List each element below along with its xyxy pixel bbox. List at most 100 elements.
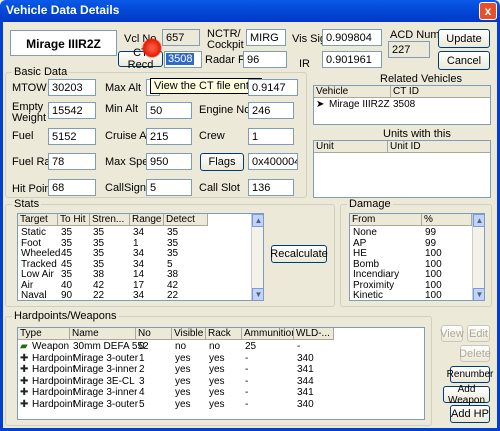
- stats-cell[interactable]: 34: [133, 248, 144, 259]
- damage-col-header[interactable]: From: [350, 214, 422, 226]
- ct-recd-field[interactable]: 3508: [164, 51, 202, 68]
- hardpoints-cell[interactable]: Mirage 3-inner: [73, 387, 137, 398]
- cruise-alt-field[interactable]: 215: [146, 128, 192, 145]
- damage-cell[interactable]: 99: [425, 227, 436, 238]
- stats-cell[interactable]: 35: [93, 227, 104, 238]
- related-vehicles-list[interactable]: Vehicle CT ID ➤ Mirage IIIR2Z 3508: [313, 85, 491, 125]
- stats-cell[interactable]: Wheeled: [21, 248, 60, 259]
- hardpoints-cell[interactable]: -: [297, 341, 300, 352]
- hardpoints-cell[interactable]: yes: [209, 387, 225, 398]
- units-col-unit[interactable]: Unit: [314, 141, 388, 153]
- stats-cell[interactable]: Static: [21, 227, 46, 238]
- close-icon[interactable]: x: [479, 2, 497, 20]
- hit-points-field[interactable]: 68: [48, 179, 96, 196]
- hardpoints-cell[interactable]: Hardpoint: [32, 364, 75, 375]
- stats-cell[interactable]: 35: [61, 227, 72, 238]
- damage-cell[interactable]: Kinetic: [353, 290, 383, 300]
- stats-cell[interactable]: Low Air: [21, 269, 54, 280]
- add-weapon-button[interactable]: Add Weapon: [443, 384, 490, 406]
- hardpoints-cell[interactable]: -: [245, 399, 248, 410]
- nctr-field[interactable]: MIRG: [246, 29, 286, 46]
- damage-cell[interactable]: Proximity: [353, 280, 394, 291]
- stats-cell[interactable]: 17: [133, 280, 144, 291]
- cancel-button[interactable]: Cancel: [438, 51, 490, 70]
- max-alt-right-field[interactable]: 0.9147: [248, 79, 298, 96]
- hardpoints-cell[interactable]: Mirage 3-outer: [73, 353, 138, 364]
- stats-cell[interactable]: 35: [93, 238, 104, 249]
- flags-field[interactable]: 0x40000451: [248, 153, 298, 170]
- hardpoints-col-header[interactable]: Type: [18, 328, 70, 340]
- hardpoints-col-header[interactable]: Visible: [172, 328, 206, 340]
- hardpoints-cell[interactable]: Hardpoint: [32, 376, 75, 387]
- hardpoints-cell[interactable]: Weapon: [32, 341, 69, 352]
- vis-sig-field[interactable]: 0.909804: [322, 29, 382, 46]
- units-list[interactable]: Unit Unit ID: [313, 140, 491, 198]
- empty-weight-field[interactable]: 15542: [48, 102, 96, 119]
- damage-cell[interactable]: AP: [353, 238, 366, 249]
- hardpoints-cell[interactable]: Hardpoint: [32, 387, 75, 398]
- hardpoints-cell[interactable]: Hardpoint: [32, 353, 75, 364]
- hardpoints-cell[interactable]: 0: [139, 341, 145, 352]
- damage-cell[interactable]: None: [353, 227, 377, 238]
- hardpoints-list[interactable]: Type Name No Visible Rack Ammunition WLD-... ▰…: [17, 327, 425, 420]
- stats-col-header[interactable]: Target: [18, 214, 58, 226]
- stats-cell[interactable]: 1: [133, 238, 139, 249]
- stats-cell[interactable]: 40: [61, 280, 72, 291]
- stats-cell[interactable]: 35: [61, 269, 72, 280]
- view-button[interactable]: View: [440, 325, 464, 342]
- damage-cell[interactable]: 100: [425, 280, 442, 291]
- scroll-up-icon[interactable]: ▲: [252, 214, 263, 227]
- hardpoints-cell[interactable]: 2: [139, 364, 145, 375]
- hardpoints-cell[interactable]: 3: [139, 376, 145, 387]
- stats-cell[interactable]: 42: [167, 280, 178, 291]
- damage-cell[interactable]: 100: [425, 248, 442, 259]
- related-vehicle-ctid[interactable]: 3508: [393, 99, 415, 110]
- hardpoints-col-header[interactable]: Rack: [206, 328, 242, 340]
- fuel-field[interactable]: 5152: [48, 128, 96, 145]
- hardpoints-cell[interactable]: yes: [175, 376, 191, 387]
- renumber-button[interactable]: Renumber: [447, 366, 493, 383]
- scroll-up-icon[interactable]: ▲: [473, 214, 484, 227]
- recalculate-button[interactable]: Recalculate: [270, 245, 328, 263]
- stats-cell[interactable]: 45: [61, 259, 72, 270]
- damage-col-header[interactable]: %: [422, 214, 472, 226]
- damage-cell[interactable]: 100: [425, 290, 442, 300]
- damage-cell[interactable]: HE: [353, 248, 367, 259]
- hardpoints-cell[interactable]: 4: [139, 387, 145, 398]
- hardpoints-col-header[interactable]: Ammunition: [242, 328, 294, 340]
- radar-ptr-field[interactable]: 96: [243, 51, 287, 68]
- hardpoints-cell[interactable]: -: [245, 387, 248, 398]
- stats-cell[interactable]: 35: [167, 248, 178, 259]
- hardpoints-cell[interactable]: yes: [175, 387, 191, 398]
- hardpoints-cell[interactable]: Mirage 3-inner: [73, 364, 137, 375]
- hardpoints-col-header[interactable]: Name: [70, 328, 136, 340]
- hardpoints-cell[interactable]: yes: [209, 376, 225, 387]
- hardpoints-cell[interactable]: 344: [297, 376, 314, 387]
- stats-cell[interactable]: 90: [61, 290, 72, 300]
- edit-button[interactable]: Edit: [467, 325, 490, 342]
- units-col-unitid[interactable]: Unit ID: [388, 141, 490, 153]
- min-alt-field[interactable]: 50: [146, 102, 192, 119]
- stats-cell[interactable]: 35: [93, 259, 104, 270]
- damage-cell[interactable]: Incendiary: [353, 269, 399, 280]
- fuel-rate-field[interactable]: 78: [48, 153, 96, 170]
- crew-field[interactable]: 1: [248, 128, 294, 145]
- callsign-field[interactable]: 5: [146, 179, 192, 196]
- stats-cell[interactable]: 34: [133, 290, 144, 300]
- hardpoints-cell[interactable]: no: [209, 341, 220, 352]
- stats-cell[interactable]: 42: [93, 280, 104, 291]
- stats-cell[interactable]: 35: [93, 248, 104, 259]
- hardpoints-cell[interactable]: yes: [209, 399, 225, 410]
- hardpoints-cell[interactable]: yes: [175, 399, 191, 410]
- hardpoints-cell[interactable]: Mirage 3-outer: [73, 399, 138, 410]
- hardpoints-cell[interactable]: 1: [139, 353, 145, 364]
- damage-cell[interactable]: 99: [425, 238, 436, 249]
- damage-cell[interactable]: 100: [425, 269, 442, 280]
- hardpoints-cell[interactable]: yes: [175, 353, 191, 364]
- hardpoints-cell[interactable]: 340: [297, 353, 314, 364]
- update-button[interactable]: Update: [438, 29, 490, 48]
- hardpoints-cell[interactable]: -: [245, 364, 248, 375]
- vehicle-name-box[interactable]: Mirage IIIR2Z: [10, 30, 117, 56]
- stats-col-header[interactable]: Range: [130, 214, 164, 226]
- stats-cell[interactable]: 35: [61, 238, 72, 249]
